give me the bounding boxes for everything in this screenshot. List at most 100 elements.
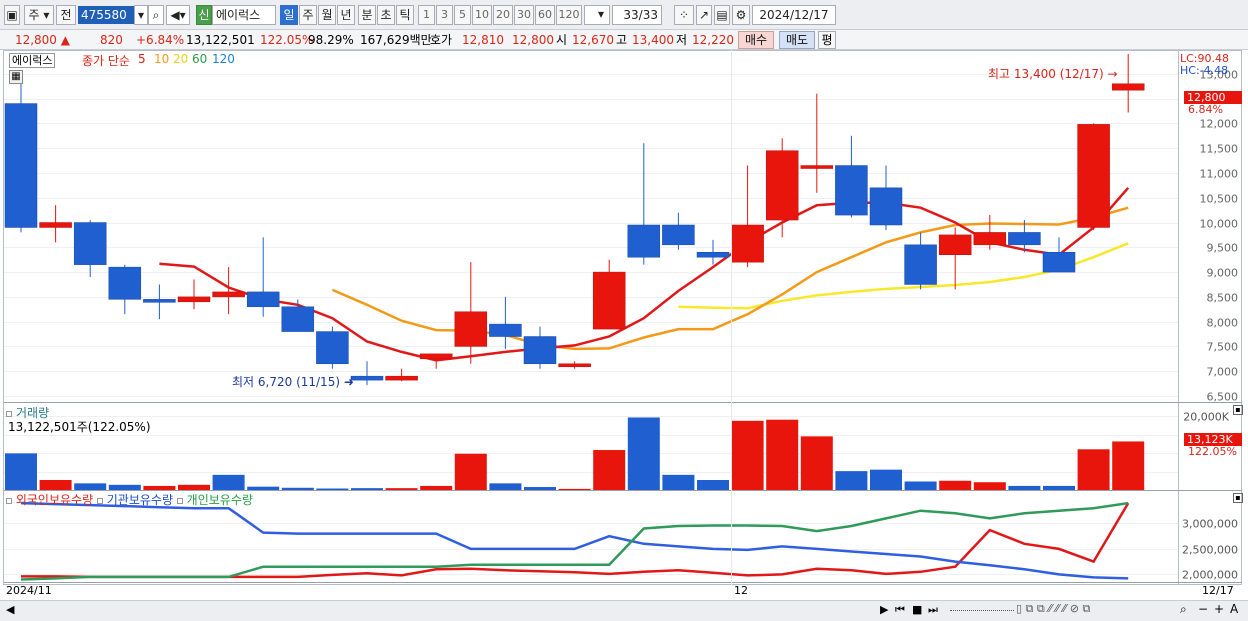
price-tick-label: 6,500 [1207, 391, 1239, 404]
page-count-field[interactable]: 33/33 [612, 5, 662, 25]
rewind-icon[interactable]: ⏮ [895, 603, 905, 617]
price-tick-label: 11,000 [1200, 168, 1239, 181]
candle-body [523, 336, 557, 365]
low-label: 저 [676, 33, 688, 47]
volume-bar [1043, 485, 1075, 490]
buy-button[interactable]: 매수 [738, 31, 774, 49]
period-second-button[interactable]: 초 [377, 5, 395, 25]
period-minute-button[interactable]: 분 [358, 5, 376, 25]
volume-bar [524, 487, 556, 490]
candle-body [385, 375, 418, 381]
candle-body [696, 252, 730, 258]
panel-icon[interactable]: ▣ [4, 5, 20, 25]
bid-price: 12,800 [512, 33, 554, 47]
volume-bar [697, 480, 729, 490]
date-input[interactable]: 2024/12/17 [752, 5, 836, 25]
zoom-icon[interactable]: ⌕ [1180, 602, 1187, 617]
candle-body [419, 353, 453, 360]
candle-body [39, 222, 72, 228]
scroll-right-icon[interactable]: ▶ [880, 603, 888, 616]
volume-bar [835, 471, 868, 490]
candle-body [177, 296, 211, 303]
ma-legend-prefix: 종가 단순 [82, 54, 130, 68]
volume-bar [800, 436, 833, 490]
ma5-label: 5 [138, 52, 146, 66]
volume-bar [662, 474, 695, 490]
holdings-panel-box [176, 498, 183, 504]
current-price-value: 12,800 [14, 33, 57, 47]
candle-body [558, 363, 591, 368]
interval-3-button[interactable]: 3 [436, 5, 453, 25]
volume-bar [143, 485, 176, 490]
speaker-icon[interactable]: ◀▾ [166, 5, 190, 25]
prev-button[interactable]: 전 [56, 5, 76, 25]
scroll-left-icon[interactable]: ◀ [6, 603, 14, 616]
period-tick-button[interactable]: 틱 [396, 5, 414, 25]
sell-button[interactable]: 매도 [779, 31, 815, 49]
chart-area[interactable]: 6,500 7,000 7,500 8,000 8,500 9,000 9,500 10,00… [0, 50, 1248, 600]
price-tick-label: 10,000 [1200, 218, 1239, 231]
price-tick-label: 11,500 [1200, 143, 1239, 156]
tool-icons[interactable]: ▯ ⧉ ⧉ ⁄⁄ ⁄⁄ ⁄⁄ ⊘ ⧉ [1016, 602, 1090, 616]
volume-ratio: 122.05% [260, 33, 314, 47]
code-dropdown-icon[interactable]: ▾ [134, 5, 148, 25]
period-day-button[interactable]: 일 [280, 5, 298, 25]
volume-bar [489, 483, 522, 490]
interval-120-button[interactable]: 120 [556, 5, 582, 25]
search-icon[interactable]: ⌕ [148, 5, 164, 25]
volume-value: 13,122,501 [186, 33, 255, 47]
period-year-button[interactable]: 년 [337, 5, 355, 25]
zoom-in-icon[interactable]: + [1214, 602, 1224, 616]
zoom-out-icon[interactable]: − [1198, 602, 1208, 616]
save-icon[interactable]: ▤ [714, 5, 730, 25]
gear-icon[interactable]: ⚙ [732, 5, 750, 25]
interval-60-button[interactable]: 60 [535, 5, 555, 25]
holdings-panel: 2,000,000 2,500,000 3,000,000 [4, 501, 1238, 582]
interval-30-button[interactable]: 30 [514, 5, 534, 25]
x-axis-mid-label: 12 [734, 584, 748, 597]
price-change-pct: +6.84% [136, 33, 185, 47]
close-icon[interactable]: ▪ [1233, 493, 1243, 503]
volume-bar [731, 420, 764, 490]
stop-icon[interactable]: ■ [912, 603, 922, 616]
period-week-button[interactable]: 주 [299, 5, 317, 25]
chevron-down-icon[interactable]: ▾ [594, 5, 608, 25]
quote-label: 호가 [430, 33, 453, 47]
interval-1-button[interactable]: 1 [418, 5, 435, 25]
volume-bar [74, 483, 107, 490]
close-icon[interactable]: ▪ [1233, 405, 1243, 415]
sin-badge: 신 [196, 5, 212, 25]
price-panel: 6,500 7,000 7,500 8,000 8,500 9,000 9,500 10,00… [4, 54, 1238, 404]
candle-body [800, 165, 834, 169]
draw-icon[interactable]: ↗ [696, 5, 712, 25]
average-button[interactable]: 평 [818, 31, 836, 49]
volume-bar [281, 487, 314, 490]
market-select[interactable]: 주 ▾ [24, 5, 54, 25]
arrow-right-icon: → [1107, 67, 1118, 81]
fast-forward-icon[interactable]: ⏭ [928, 603, 938, 617]
volume-bar [1008, 485, 1041, 490]
period-month-button[interactable]: 월 [318, 5, 336, 25]
grid-icon[interactable]: ▦ [9, 70, 23, 84]
volume-pct-tag: 122.05% [1188, 445, 1237, 458]
stock-code-input[interactable]: 475580 [78, 6, 136, 24]
candle-body [454, 311, 488, 347]
volume-bar [558, 488, 591, 490]
price-tick-label: 8,000 [1207, 317, 1239, 330]
interval-20-button[interactable]: 20 [493, 5, 513, 25]
volume-bar [627, 417, 660, 490]
volume-bar [212, 474, 245, 490]
interval-5-button[interactable]: 5 [454, 5, 471, 25]
volume-summary: 13,122,501주(122.05%) [8, 420, 151, 434]
holdings-tick-label: 2,000,000 [1182, 569, 1238, 582]
auto-scale-icon[interactable]: A [1230, 602, 1238, 616]
candle-body [765, 150, 799, 221]
volume-bar [1112, 441, 1145, 490]
zoom-icon[interactable]: ⁘ [674, 5, 694, 25]
stock-name-field[interactable]: 에이럭스 [212, 5, 276, 25]
volume-bar [870, 469, 902, 490]
ma20-label: 20 [173, 52, 189, 66]
institution-holdings-label: 기관보유수량 [106, 493, 174, 507]
zoom-slider[interactable] [950, 610, 1014, 613]
interval-10-button[interactable]: 10 [472, 5, 492, 25]
